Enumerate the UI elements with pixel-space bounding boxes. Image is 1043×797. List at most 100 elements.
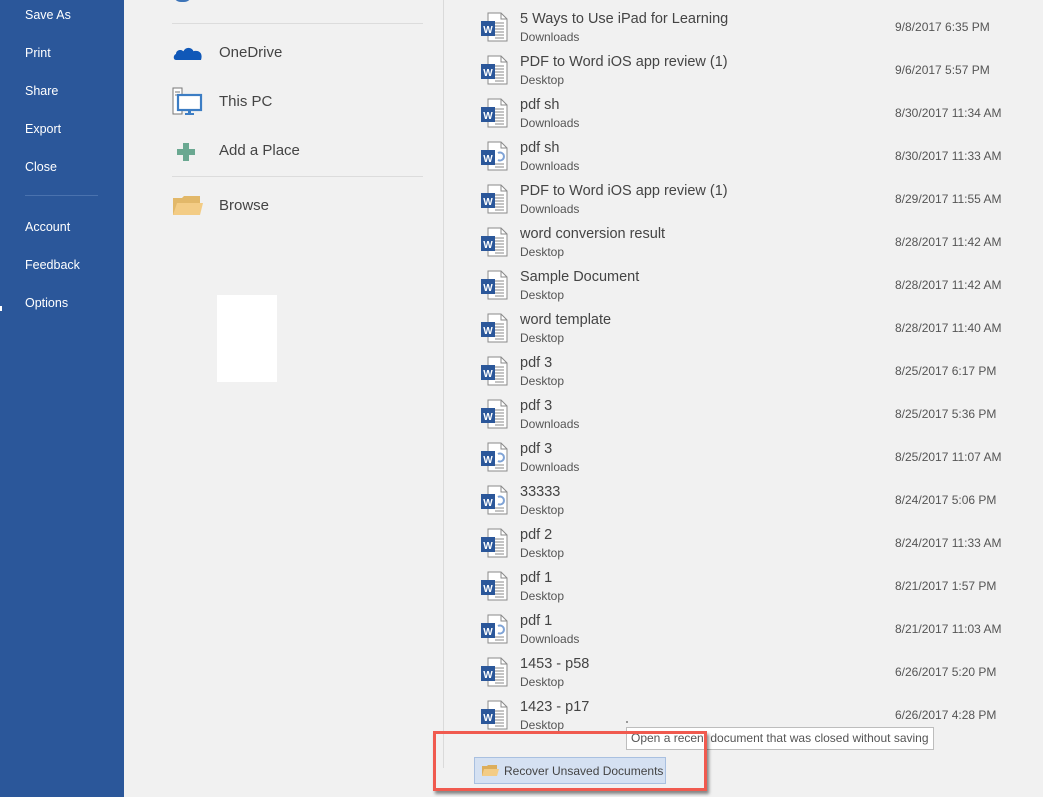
document-name: pdf 3 [520, 355, 553, 371]
computer-icon [172, 87, 203, 115]
document-name: PDF to Word iOS app review (1) [520, 54, 728, 70]
place-browse[interactable]: Browse [172, 189, 423, 223]
recent-document-row[interactable]: Wpdf 2 Desktop 8/24/2017 11:33 AM [478, 518, 1018, 561]
document-date: 8/21/2017 11:03 AM [895, 622, 1002, 636]
word-doc-icon: W [481, 227, 508, 257]
document-location: Downloads [520, 202, 580, 216]
document-location: Desktop [520, 245, 565, 259]
recent-document-row[interactable]: Wpdf 3 Desktop 8/25/2017 6:17 PM [478, 346, 1018, 389]
document-date: 8/25/2017 5:36 PM [895, 407, 997, 421]
document-date: 8/30/2017 11:33 AM [895, 149, 1002, 163]
document-date: 8/25/2017 11:07 AM [895, 450, 1002, 464]
document-date: 8/29/2017 11:55 AM [895, 192, 1002, 206]
tooltip-pointer [626, 721, 628, 723]
word-doc-icon: W [481, 700, 508, 730]
document-location: Desktop [520, 589, 565, 603]
document-location: Downloads [520, 159, 580, 173]
column-divider [443, 0, 444, 768]
word-doc-icon: W [481, 528, 508, 558]
sidebar-item-options[interactable]: Options [25, 296, 68, 310]
document-location: Desktop [520, 374, 565, 388]
sidebar-item-print[interactable]: Print [25, 46, 51, 60]
document-date: 8/24/2017 5:06 PM [895, 493, 997, 507]
recover-unsaved-documents-button[interactable]: Recover Unsaved Documents [474, 757, 666, 784]
document-name: 1423 - p17 [520, 699, 590, 715]
recent-document-row[interactable]: Wpdf 1 Downloads 8/21/2017 11:03 AM [478, 604, 1018, 647]
svg-text:W: W [483, 111, 493, 122]
document-location: Desktop [520, 546, 565, 560]
recent-document-row[interactable]: W PDF to Word iOS app review (1) Desktop 9/… [478, 45, 1018, 88]
sidebar-item-share[interactable]: Share [25, 84, 58, 98]
place-label: This PC [219, 93, 273, 110]
document-name: pdf sh [520, 97, 560, 113]
place-label: OneDrive [219, 44, 283, 61]
document-name: 5 Ways to Use iPad for Learning [520, 11, 729, 27]
svg-text:W: W [483, 240, 493, 251]
document-date: 9/6/2017 5:57 PM [895, 63, 990, 77]
sidebar-edge-mark [0, 306, 2, 311]
sidebar-item-save-as[interactable]: Save As [25, 8, 71, 22]
plus-icon [177, 143, 195, 161]
recent-document-row[interactable]: Wpdf sh Downloads 8/30/2017 11:34 AM [478, 88, 1018, 131]
document-name: pdf 3 [520, 398, 553, 414]
svg-text:W: W [483, 713, 493, 724]
sidebar-item-account[interactable]: Account [25, 220, 70, 234]
document-name: pdf 3 [520, 441, 553, 457]
svg-text:W: W [483, 498, 493, 509]
recent-document-row[interactable]: W PDF to Word iOS app review (1) Downloads… [478, 174, 1018, 217]
svg-text:W: W [483, 369, 493, 380]
document-date: 8/28/2017 11:42 AM [895, 278, 1002, 292]
word-doc-icon: W [481, 356, 508, 386]
document-location: Desktop [520, 718, 565, 732]
word-doc-icon: W [481, 12, 508, 42]
svg-text:W: W [483, 541, 493, 552]
recent-document-row[interactable]: W 1453 - p58 Desktop 6/26/2017 5:20 PM [478, 647, 1018, 690]
svg-text:W: W [483, 154, 493, 165]
document-name: word conversion result [520, 226, 666, 242]
document-name: pdf 1 [520, 570, 553, 586]
recent-document-row[interactable]: W Sample Document Desktop 8/28/2017 11:42 A… [478, 260, 1018, 303]
sidebar-item-close[interactable]: Close [25, 160, 57, 174]
word-doc-icon: W [481, 184, 508, 214]
svg-text:W: W [483, 283, 493, 294]
document-location: Downloads [520, 417, 580, 431]
recover-button-label: Recover Unsaved Documents [504, 764, 664, 778]
place-add-a-place[interactable]: Add a Place [172, 134, 423, 168]
document-name: 1453 - p58 [520, 656, 590, 672]
word-converted-doc-icon: W [481, 442, 508, 472]
place-onedrive[interactable]: OneDrive [172, 36, 423, 70]
document-date: 8/28/2017 11:42 AM [895, 235, 1002, 249]
document-location: Downloads [520, 116, 580, 130]
document-date: 8/25/2017 6:17 PM [895, 364, 997, 378]
recent-document-row[interactable]: Wpdf 1 Desktop 8/21/2017 1:57 PM [478, 561, 1018, 604]
svg-text:W: W [483, 326, 493, 337]
svg-text:W: W [483, 68, 493, 79]
document-date: 8/28/2017 11:40 AM [895, 321, 1002, 335]
tooltip-text: Open a recent document that was closed w… [631, 731, 929, 745]
document-location: Downloads [520, 30, 580, 44]
word-doc-icon: W [481, 657, 508, 687]
recent-document-row[interactable]: Wpdf 3 Downloads 8/25/2017 11:07 AM [478, 432, 1018, 475]
svg-text:W: W [483, 197, 493, 208]
document-location: Desktop [520, 73, 565, 87]
document-date: 6/26/2017 4:28 PM [895, 708, 997, 722]
recent-document-row[interactable]: Wword template Desktop 8/28/2017 11:40 AM [478, 303, 1018, 346]
recent-document-row[interactable]: W 5 Ways to Use iPad for Learning Download… [478, 2, 1018, 45]
recover-tooltip: Open a recent document that was closed w… [626, 727, 934, 750]
word-converted-doc-icon: W [481, 141, 508, 171]
document-location: Desktop [520, 503, 565, 517]
document-date: 8/30/2017 11:34 AM [895, 106, 1002, 120]
recent-document-row[interactable]: Wpdf 3 Downloads 8/25/2017 5:36 PM [478, 389, 1018, 432]
sidebar-item-feedback[interactable]: Feedback [25, 258, 80, 272]
recent-document-row[interactable]: Wpdf sh Downloads 8/30/2017 11:33 AM [478, 131, 1018, 174]
svg-text:W: W [483, 670, 493, 681]
place-this-pc[interactable]: This PC [172, 85, 423, 119]
word-doc-icon: W [481, 270, 508, 300]
place-label: Browse [219, 197, 270, 214]
sidebar-item-export[interactable]: Export [25, 122, 61, 136]
word-doc-icon: W [481, 98, 508, 128]
recent-document-row[interactable]: W 33333 Desktop 8/24/2017 5:06 PM [478, 475, 1018, 518]
word-converted-doc-icon: W [481, 485, 508, 515]
document-location: Desktop [520, 675, 565, 689]
recent-document-row[interactable]: Wword conversion result Desktop 8/28/2017 … [478, 217, 1018, 260]
